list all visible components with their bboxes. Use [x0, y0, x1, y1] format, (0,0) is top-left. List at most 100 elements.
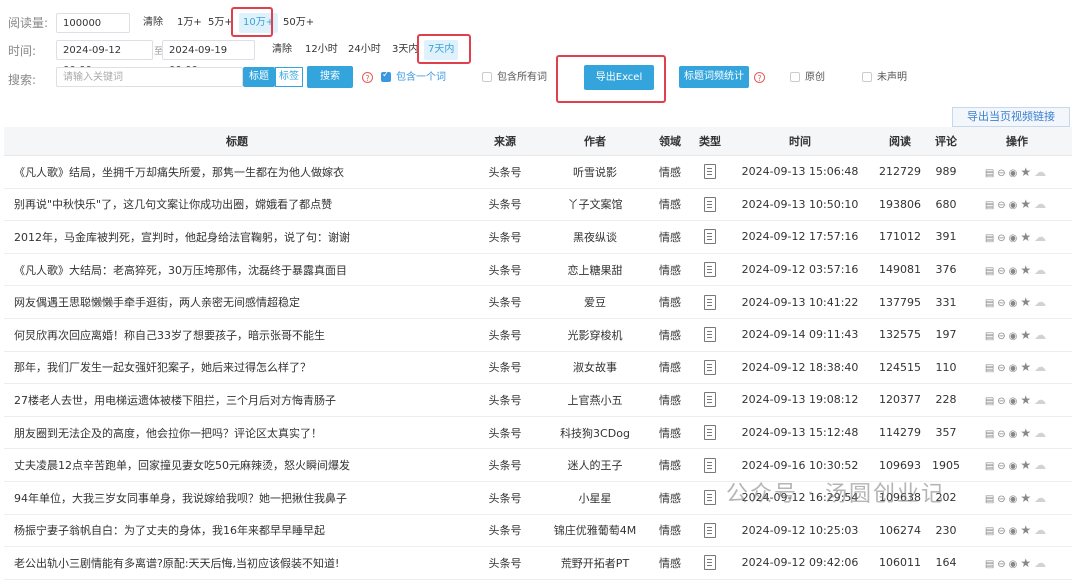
settings-icon[interactable]: ◉ [1009, 168, 1018, 179]
export-video-links-button[interactable]: 导出当页视频链接 [952, 107, 1070, 127]
search-button[interactable]: 搜索 [307, 66, 353, 88]
cloud-icon[interactable]: ☁ [1034, 230, 1046, 244]
header-source[interactable]: 来源 [470, 127, 540, 156]
header-author[interactable]: 作者 [540, 127, 650, 156]
cloud-icon[interactable]: ☁ [1034, 263, 1046, 277]
row-title[interactable]: 27楼老人去世，用电梯运遗体被楼下阻拦，三个月后对方悔青肠子 [4, 383, 470, 417]
link-icon[interactable]: ⊖ [997, 200, 1005, 211]
star-icon[interactable]: ★ [1020, 360, 1031, 374]
cloud-icon[interactable]: ☁ [1034, 393, 1046, 407]
settings-icon[interactable]: ◉ [1009, 494, 1018, 505]
settings-icon[interactable]: ◉ [1009, 233, 1018, 244]
note-icon[interactable]: ▤ [985, 559, 994, 570]
row-author[interactable]: 小星星 [540, 481, 650, 515]
note-icon[interactable]: ▤ [985, 429, 994, 440]
note-icon[interactable]: ▤ [985, 200, 994, 211]
cloud-icon[interactable]: ☁ [1034, 295, 1046, 309]
row-author[interactable]: 荒野开拓者PT [540, 546, 650, 580]
note-icon[interactable]: ▤ [985, 526, 994, 537]
reads-option-500k[interactable]: 50万+ [283, 13, 314, 33]
table-row[interactable]: 《凡人歌》大结局：老高猝死，30万压垮那伟，沈磊终于暴露真面目 头条号 恋上糖果甜情… [4, 253, 1072, 287]
settings-icon[interactable]: ◉ [1009, 526, 1018, 537]
header-field[interactable]: 领域 [650, 127, 690, 156]
scope-tags-button[interactable]: 标签 [275, 67, 303, 87]
link-icon[interactable]: ⊖ [997, 331, 1005, 342]
row-author[interactable]: 光影穿梭机 [540, 318, 650, 352]
reads-option-10k[interactable]: 1万+ [177, 13, 202, 33]
no-claim-checkbox[interactable] [862, 72, 872, 82]
star-icon[interactable]: ★ [1020, 458, 1031, 472]
star-icon[interactable]: ★ [1020, 426, 1031, 440]
row-title[interactable]: 94年单位，大我三岁女同事单身，我说嫁给我呗？她一把揪住我鼻子 [4, 481, 470, 515]
help-icon[interactable]: ? [754, 72, 765, 83]
star-icon[interactable]: ★ [1020, 295, 1031, 309]
table-row[interactable]: 2012年，马金库被判死，宣判时，他起身给法官鞠躬，说了句：谢谢 头条号 黑夜纵谈情… [4, 220, 1072, 254]
row-author[interactable]: 科技狗3CDog [540, 416, 650, 450]
row-author[interactable]: 迷人的王子 [540, 448, 650, 482]
link-icon[interactable]: ⊖ [997, 266, 1005, 277]
link-icon[interactable]: ⊖ [997, 526, 1005, 537]
header-reads[interactable]: 阅读 [870, 127, 930, 156]
row-author[interactable]: 恋上糖果甜 [540, 253, 650, 287]
search-input[interactable]: 请输入关键词 [56, 67, 243, 87]
row-title[interactable]: 那年，我们厂发生一起女强奸犯案子，她后来过得怎么样了？ [4, 351, 470, 385]
link-icon[interactable]: ⊖ [997, 363, 1005, 374]
row-author[interactable]: 黑夜纵谈 [540, 220, 650, 254]
contains-any-checkbox[interactable] [381, 70, 391, 82]
row-title[interactable]: 何炅欣再次回应离婚！称自己33岁了想要孩子，暗示张哥不能生 [4, 318, 470, 352]
link-icon[interactable]: ⊖ [997, 461, 1005, 472]
note-icon[interactable]: ▤ [985, 331, 994, 342]
table-row[interactable]: 杨振宁妻子翁帆自白：为了丈夫的身体，我16年来都早早睡早起 头条号 锦庄优雅葡萄4M… [4, 514, 1072, 548]
note-icon[interactable]: ▤ [985, 461, 994, 472]
reads-clear-button[interactable]: 清除 [143, 13, 163, 33]
link-icon[interactable]: ⊖ [997, 559, 1005, 570]
row-title[interactable]: 丈夫凌晨12点辛苦跑单，回家撞见妻女吃50元麻辣烫，怒火瞬间爆发 [4, 448, 470, 482]
row-author[interactable]: 听雪说影 [540, 155, 650, 189]
help-icon[interactable]: ? [362, 72, 373, 83]
settings-icon[interactable]: ◉ [1009, 429, 1018, 440]
star-icon[interactable]: ★ [1020, 556, 1031, 570]
header-comments[interactable]: 评论 [930, 127, 962, 156]
table-row[interactable]: 老公出轨小三剧情能有多离谱?原配:天天后悔,当初应该假装不知道! 头条号 荒野开拓者… [4, 546, 1072, 580]
cloud-icon[interactable]: ☁ [1034, 360, 1046, 374]
star-icon[interactable]: ★ [1020, 263, 1031, 277]
row-author[interactable]: 上官燕小五 [540, 383, 650, 417]
row-author[interactable]: 淑女故事 [540, 351, 650, 385]
cloud-icon[interactable]: ☁ [1034, 197, 1046, 211]
contains-all-checkbox[interactable] [482, 72, 492, 82]
cloud-icon[interactable]: ☁ [1034, 556, 1046, 570]
table-row[interactable]: 别再说"中秋快乐"了，这几句文案让你成功出圈，嫦娥看了都点赞 头条号 丫子文案馆 情感… [4, 188, 1072, 222]
row-author[interactable]: 爱豆 [540, 285, 650, 319]
header-title[interactable]: 标题 [4, 127, 470, 156]
time-end-input[interactable]: 2024-09-19 00:00 [162, 40, 255, 76]
settings-icon[interactable]: ◉ [1009, 396, 1018, 407]
cloud-icon[interactable]: ☁ [1034, 458, 1046, 472]
table-row[interactable]: 《凡人歌》结局，坐拥千万却痛失所爱，那隽一生都在为他人做嫁衣 头条号 听雪说影 情感 2… [4, 155, 1072, 189]
note-icon[interactable]: ▤ [985, 363, 994, 374]
note-icon[interactable]: ▤ [985, 266, 994, 277]
scope-title-button[interactable]: 标题 [243, 67, 275, 87]
time-start-input[interactable]: 2024-09-12 00:00 [56, 40, 153, 76]
cloud-icon[interactable]: ☁ [1034, 426, 1046, 440]
link-icon[interactable]: ⊖ [997, 233, 1005, 244]
row-title[interactable]: 杨振宁妻子翁帆自白：为了丈夫的身体，我16年来都早早睡早起 [4, 514, 470, 548]
time-option-3d[interactable]: 3天内 [392, 40, 418, 60]
cloud-icon[interactable]: ☁ [1034, 328, 1046, 342]
note-icon[interactable]: ▤ [985, 233, 994, 244]
settings-icon[interactable]: ◉ [1009, 461, 1018, 472]
table-row[interactable]: 何炅欣再次回应离婚！称自己33岁了想要孩子，暗示张哥不能生 头条号 光影穿梭机 情感 2… [4, 318, 1072, 352]
row-title[interactable]: 别再说"中秋快乐"了，这几句文案让你成功出圈，嫦娥看了都点赞 [4, 188, 470, 222]
row-title[interactable]: 《凡人歌》结局，坐拥千万却痛失所爱，那隽一生都在为他人做嫁衣 [4, 155, 470, 189]
row-title[interactable]: 《凡人歌》大结局：老高猝死，30万压垮那伟，沈磊终于暴露真面目 [4, 253, 470, 287]
cloud-icon[interactable]: ☁ [1034, 491, 1046, 505]
row-title[interactable]: 老公出轨小三剧情能有多离谱?原配:天天后悔,当初应该假装不知道! [4, 546, 470, 580]
header-time[interactable]: 时间 [730, 127, 870, 156]
star-icon[interactable]: ★ [1020, 230, 1031, 244]
table-row[interactable]: 27楼老人去世，用电梯运遗体被楼下阻拦，三个月后对方悔青肠子 头条号 上官燕小五 情感… [4, 383, 1072, 417]
link-icon[interactable]: ⊖ [997, 429, 1005, 440]
star-icon[interactable]: ★ [1020, 165, 1031, 179]
link-icon[interactable]: ⊖ [997, 168, 1005, 179]
star-icon[interactable]: ★ [1020, 491, 1031, 505]
table-row[interactable]: 那年，我们厂发生一起女强奸犯案子，她后来过得怎么样了？ 头条号 淑女故事 情感 2024… [4, 351, 1072, 385]
settings-icon[interactable]: ◉ [1009, 363, 1018, 374]
